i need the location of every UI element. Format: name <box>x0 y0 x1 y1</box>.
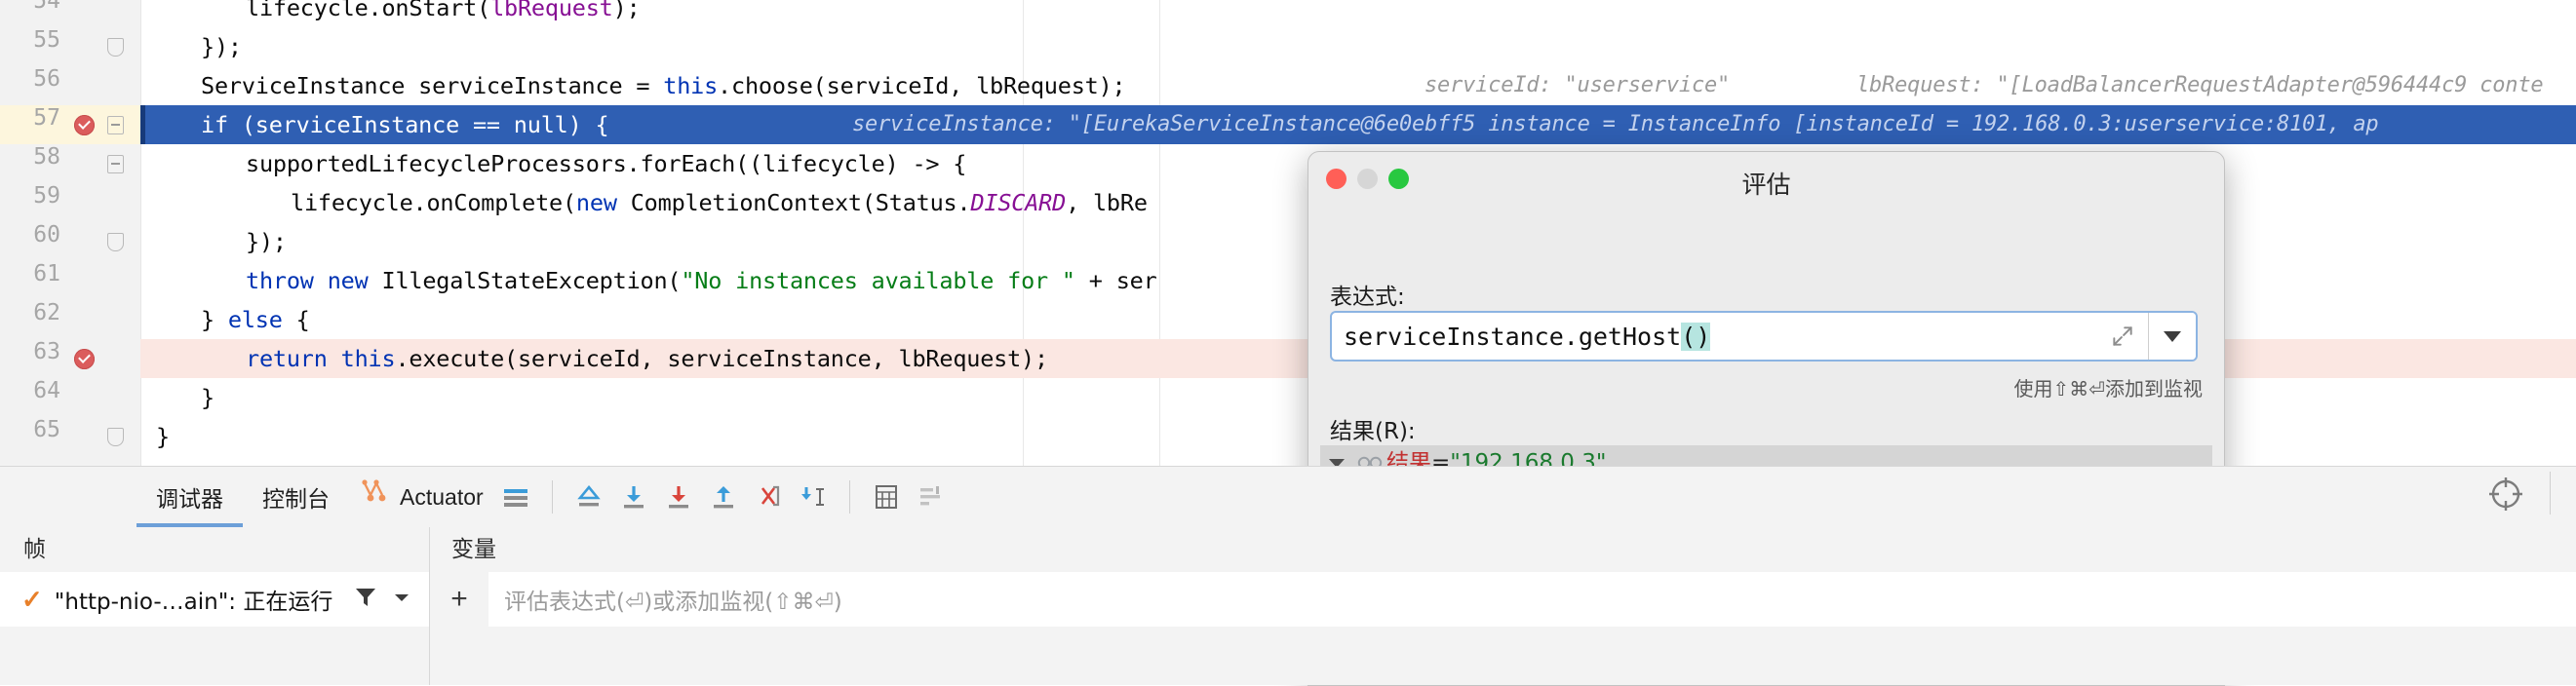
result-label: 结果(R): <box>1330 419 1416 444</box>
gutter-line[interactable]: 59 <box>0 183 140 222</box>
variables-pane[interactable]: 变量 + 评估表达式(⏎)或添加监视(⇧⌘⏎) <box>430 527 2576 685</box>
line-number: 54 <box>33 0 60 14</box>
chevron-down-icon[interactable] <box>2148 313 2196 360</box>
frames-pane[interactable]: 帧 ✓ "http-nio-…ain": 正在运行 <box>0 527 430 685</box>
actuator-label: Actuator <box>400 483 484 510</box>
expression-selected-text: () <box>1681 322 1711 351</box>
code-text: } else { <box>201 306 310 333</box>
frame-label: "http-nio-…ain": 正在运行 <box>54 590 333 615</box>
code-text: lifecycle.onComplete(new CompletionConte… <box>291 189 1148 216</box>
step-into-icon[interactable] <box>656 475 701 519</box>
gutter-line[interactable]: 57 <box>0 105 140 144</box>
gutter-line[interactable]: 65 <box>0 417 140 456</box>
inline-debug-hint: serviceId: "userservice" <box>1425 73 1731 97</box>
settings-lines-icon[interactable] <box>493 475 538 519</box>
code-text: return this.execute(serviceId, serviceIn… <box>246 345 1048 372</box>
code-text: ServiceInstance serviceInstance = this.c… <box>201 72 1126 99</box>
tab-debugger[interactable]: 调试器 <box>137 467 243 527</box>
expression-input[interactable]: serviceInstance.getHost() <box>1332 313 2097 360</box>
line-number: 56 <box>33 66 60 92</box>
debug-toolbar[interactable]: 调试器 控制台 Actuator <box>0 467 2576 527</box>
code-text: lifecycle.onStart(lbRequest); <box>246 0 641 21</box>
expression-field[interactable]: serviceInstance.getHost() <box>1330 311 2198 362</box>
gutter-line[interactable]: 60 <box>0 222 140 261</box>
code-text: } <box>201 384 215 411</box>
breakpoint-icon[interactable] <box>74 349 95 369</box>
line-number: 64 <box>33 378 60 403</box>
code-fold-icon[interactable] <box>107 428 124 446</box>
gutter-line[interactable]: 58 <box>0 144 140 183</box>
variables-input-row[interactable]: + 评估表达式(⏎)或添加监视(⇧⌘⏎) <box>430 572 2576 627</box>
tab-debugger-label: 调试器 <box>156 487 223 513</box>
check-icon: ✓ <box>21 584 43 614</box>
breakpoint-icon[interactable] <box>74 115 95 135</box>
drop-frame-icon[interactable] <box>746 475 791 519</box>
expression-text: serviceInstance.getHost <box>1344 322 1682 351</box>
show-execution-point-icon[interactable] <box>566 475 611 519</box>
expand-arrows-icon[interactable] <box>2097 313 2148 360</box>
layout-settings-icon[interactable] <box>909 475 954 519</box>
expression-label: 表达式: <box>1330 285 1405 310</box>
tab-console[interactable]: 控制台 <box>243 467 349 527</box>
tab-actuator[interactable]: Actuator <box>349 479 493 514</box>
frames-header: 帧 <box>0 527 429 572</box>
variables-header: 变量 <box>430 527 2576 572</box>
inline-debug-hint: lbRequest: "[LoadBalancerRequestAdapter@… <box>1856 73 2544 97</box>
watch-shortcut-hint: 使用⇧⌘⏎添加到监视 <box>2013 377 2203 400</box>
code-text: }); <box>201 33 242 60</box>
code-line[interactable]: ServiceInstance serviceInstance = this.c… <box>140 66 2576 105</box>
gutter-line[interactable]: 61 <box>0 261 140 300</box>
actuator-icon <box>359 479 392 514</box>
code-text: }); <box>246 228 287 255</box>
gutter-line[interactable]: 54 <box>0 0 140 27</box>
gutter-line[interactable]: 56 <box>0 66 140 105</box>
line-number: 59 <box>33 183 60 209</box>
chevron-down-icon[interactable] <box>392 591 411 609</box>
code-fold-icon[interactable] <box>107 116 124 134</box>
run-to-cursor-icon[interactable] <box>791 475 836 519</box>
code-fold-icon[interactable] <box>107 155 124 173</box>
code-fold-icon[interactable] <box>107 233 124 251</box>
line-number: 57 <box>33 105 60 131</box>
line-number: 58 <box>33 144 60 170</box>
line-number: 62 <box>33 300 60 325</box>
code-text: throw new IllegalStateException("No inst… <box>246 267 1157 294</box>
frame-row[interactable]: ✓ "http-nio-…ain": 正在运行 <box>0 572 429 627</box>
line-number: 61 <box>33 261 60 286</box>
editor-gutter[interactable]: 54 55 56 57 58 59 60 61 62 63 64 65 <box>0 0 141 466</box>
inline-debug-hint: serviceInstance: "[EurekaServiceInstance… <box>852 112 2379 136</box>
watch-expression-placeholder[interactable]: 评估表达式(⏎)或添加监视(⇧⌘⏎) <box>488 583 842 616</box>
gutter-line[interactable]: 55 <box>0 27 140 66</box>
funnel-icon[interactable] <box>355 586 376 614</box>
code-text: } <box>156 423 170 450</box>
step-over-icon[interactable] <box>611 475 656 519</box>
debug-tool-window[interactable]: 调试器 控制台 Actuator 帧 ✓ "http-nio-…ain": 正在… <box>0 466 2576 685</box>
selected-code-line[interactable]: if (serviceInstance == null) { serviceIns… <box>140 105 2576 144</box>
dialog-titlebar[interactable]: 评估 <box>1308 152 2224 206</box>
line-number: 55 <box>33 27 60 53</box>
tab-console-label: 控制台 <box>262 487 330 513</box>
code-line[interactable]: lifecycle.onStart(lbRequest); <box>140 0 2576 27</box>
code-fold-icon[interactable] <box>107 38 124 57</box>
code-text: if (serviceInstance == null) { <box>201 111 609 138</box>
plus-icon[interactable]: + <box>430 572 488 627</box>
line-number: 65 <box>33 417 60 442</box>
code-text: supportedLifecycleProcessors.forEach((li… <box>246 150 967 177</box>
line-number: 60 <box>33 222 60 248</box>
step-out-icon[interactable] <box>701 475 746 519</box>
dialog-title: 评估 <box>1741 171 1791 199</box>
gutter-line[interactable]: 63 <box>0 339 140 378</box>
evaluate-expression-icon[interactable] <box>864 475 909 519</box>
gutter-line[interactable]: 62 <box>0 300 140 339</box>
crosshair-icon[interactable] <box>2486 475 2525 514</box>
debug-panes: 帧 ✓ "http-nio-…ain": 正在运行 变量 + 评估表达式(⏎)或… <box>0 527 2576 685</box>
gutter-line[interactable]: 64 <box>0 378 140 417</box>
line-number: 63 <box>33 339 60 364</box>
code-line[interactable]: }); <box>140 27 2576 66</box>
ide-window: 54 55 56 57 58 59 60 61 62 63 64 65 lifecycle.onSta… <box>0 0 2576 686</box>
